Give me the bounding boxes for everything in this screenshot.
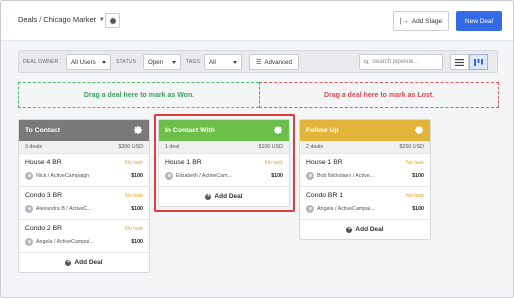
won-dropzone-text: Drag a deal here to mark as Won. bbox=[83, 91, 195, 99]
stage-title: To Contact bbox=[25, 127, 60, 134]
deal-contact: Bob Nicholaev / Active... bbox=[306, 172, 374, 180]
highlight-box bbox=[154, 114, 295, 212]
avatar bbox=[306, 172, 314, 180]
add-stage-button[interactable]: |→ Add Stage bbox=[393, 11, 449, 31]
new-deal-label: New Deal bbox=[464, 17, 494, 25]
search-box[interactable] bbox=[359, 54, 443, 70]
caret-down-icon bbox=[233, 61, 237, 64]
contact-name: Bob Nicholaev / Active... bbox=[317, 173, 375, 179]
gear-icon[interactable] bbox=[414, 125, 424, 135]
stage-summary: 2 deals $200 USD bbox=[300, 141, 430, 154]
status-label: STATUS bbox=[116, 59, 137, 65]
lost-dropzone[interactable]: Drag a deal here to mark as Lost. bbox=[259, 82, 499, 108]
add-stage-label: Add Stage bbox=[411, 17, 443, 25]
new-deal-button[interactable]: New Deal bbox=[456, 11, 502, 31]
contact-name: Angela / ActiveCampai... bbox=[36, 239, 94, 245]
deal-amount: $100 bbox=[131, 206, 143, 212]
tags-label: TAGS bbox=[186, 59, 201, 65]
breadcrumb: Deals / Chicago Market ▼ bbox=[18, 15, 105, 24]
add-deal-label: Add Deal bbox=[355, 226, 384, 233]
add-deal-button[interactable]: + Add Deal bbox=[300, 220, 430, 239]
avatar bbox=[25, 172, 33, 180]
plus-icon: + bbox=[346, 226, 353, 233]
pipeline-window: Deals / Chicago Market ▼ |→ Add Stage Ne… bbox=[0, 0, 514, 298]
deal-count: 2 deals bbox=[306, 144, 324, 150]
deal-amount: $100 bbox=[412, 173, 424, 179]
stage-title: Follow Up bbox=[306, 127, 339, 134]
filter-bar: DEAL OWNER All Users STATUS Open TAGS Al… bbox=[18, 50, 498, 73]
won-dropzone[interactable]: Drag a deal here to mark as Won. bbox=[18, 82, 259, 108]
deal-contact: Nick / ActiveCampaign bbox=[25, 172, 89, 180]
stage-header[interactable]: To Contact bbox=[19, 120, 149, 141]
pipeline-settings-button[interactable] bbox=[105, 13, 120, 28]
deal-card[interactable]: House 4 BR No task Nick / ActiveCampaign… bbox=[19, 154, 149, 187]
contact-name: Nick / ActiveCampaign bbox=[36, 173, 89, 179]
stage-header[interactable]: Follow Up bbox=[300, 120, 430, 141]
avatar bbox=[306, 205, 314, 213]
contact-name: Angela / ActiveCampai... bbox=[317, 206, 375, 212]
avatar bbox=[25, 205, 33, 213]
chevron-down-icon[interactable]: ▼ bbox=[99, 17, 105, 23]
deal-card[interactable]: Condo 2 BR No task Angela / ActiveCampai… bbox=[19, 220, 149, 253]
search-input[interactable] bbox=[372, 59, 442, 65]
plus-icon: + bbox=[65, 259, 72, 266]
breadcrumb-separator: / bbox=[39, 15, 42, 24]
status-value: Open bbox=[148, 58, 164, 66]
lost-dropzone-text: Drag a deal here to mark as Lost. bbox=[323, 91, 435, 99]
deal-amount: $100 bbox=[412, 206, 424, 212]
add-stage-icon: |→ bbox=[399, 17, 409, 25]
tags-value: All bbox=[209, 58, 216, 66]
deal-card[interactable]: Condo BR 1 No task Angela / ActiveCampai… bbox=[300, 187, 430, 220]
breadcrumb-deals[interactable]: Deals bbox=[18, 15, 37, 24]
deal-contact: Angela / ActiveCampai... bbox=[25, 238, 94, 246]
board-view-button[interactable] bbox=[469, 54, 488, 70]
deal-amount: $100 bbox=[131, 239, 143, 245]
task-status[interactable]: No task bbox=[125, 226, 143, 232]
caret-down-icon bbox=[102, 61, 106, 64]
deal-count: 3 deals bbox=[25, 144, 43, 150]
pipeline-header: Deals / Chicago Market ▼ |→ Add Stage Ne… bbox=[1, 1, 513, 41]
status-select[interactable]: Open bbox=[143, 54, 181, 70]
task-status[interactable]: No task bbox=[125, 160, 143, 166]
search-icon bbox=[364, 59, 369, 65]
deal-card[interactable]: House 1 BR No task Bob Nicholaev / Activ… bbox=[300, 154, 430, 187]
contact-name: Alexandra B / ActiveC... bbox=[36, 206, 92, 212]
task-status[interactable]: No task bbox=[406, 193, 424, 199]
stage-summary: 3 deals $300 USD bbox=[19, 141, 149, 154]
caret-down-icon bbox=[172, 61, 176, 64]
list-icon bbox=[455, 58, 464, 66]
deal-card[interactable]: Condo 3 BR No task Alexandra B / ActiveC… bbox=[19, 187, 149, 220]
deal-amount: $100 bbox=[131, 173, 143, 179]
stage-total: $300 USD bbox=[118, 144, 143, 150]
pipeline-selector[interactable]: Chicago Market bbox=[43, 15, 96, 24]
avatar bbox=[25, 238, 33, 246]
advanced-filter-button[interactable]: ☰ Advanced bbox=[249, 54, 299, 70]
list-view-button[interactable] bbox=[450, 54, 469, 70]
advanced-label: Advanced bbox=[264, 58, 292, 66]
board-icon bbox=[474, 58, 483, 66]
gear-icon[interactable] bbox=[133, 125, 143, 135]
gear-icon bbox=[109, 17, 116, 24]
deal-owner-value: All Users bbox=[71, 58, 96, 66]
stage-column-follow-up: Follow Up 2 deals $200 USD House 1 BR No… bbox=[299, 119, 431, 240]
stage-total: $200 USD bbox=[399, 144, 424, 150]
task-status[interactable]: No task bbox=[125, 193, 143, 199]
deal-owner-label: DEAL OWNER bbox=[23, 59, 59, 65]
deal-contact: Alexandra B / ActiveC... bbox=[25, 205, 92, 213]
add-deal-label: Add Deal bbox=[74, 259, 103, 266]
tags-select[interactable]: All bbox=[204, 54, 242, 70]
sliders-icon: ☰ bbox=[256, 59, 262, 66]
add-deal-button[interactable]: + Add Deal bbox=[19, 253, 149, 272]
task-status[interactable]: No task bbox=[406, 160, 424, 166]
stage-column-to-contact: To Contact 3 deals $300 USD House 4 BR N… bbox=[18, 119, 150, 273]
deal-contact: Angela / ActiveCampai... bbox=[306, 205, 375, 213]
deal-owner-select[interactable]: All Users bbox=[66, 54, 111, 70]
